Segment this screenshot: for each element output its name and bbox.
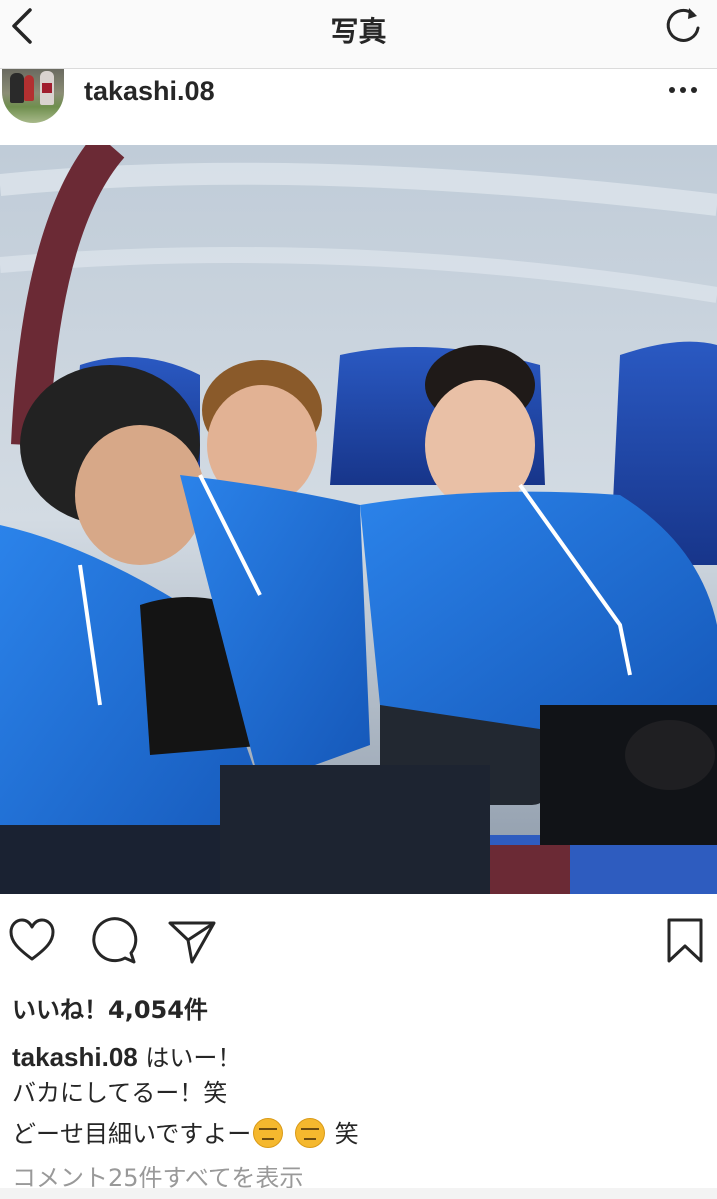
refresh-icon: [666, 8, 700, 42]
post-username[interactable]: takashi.08: [84, 76, 215, 107]
more-options-button[interactable]: [669, 87, 699, 97]
expressionless-face-emoji: [294, 1118, 325, 1148]
more-horizontal-icon: [669, 87, 675, 93]
save-button[interactable]: [660, 915, 710, 965]
refresh-button[interactable]: [663, 4, 705, 46]
bookmark-icon: [667, 918, 703, 963]
comment-button[interactable]: [88, 915, 138, 965]
like-button[interactable]: [7, 915, 57, 965]
action-bar: [0, 915, 717, 970]
caption-line-3: どーせ目細いですよー 笑: [12, 1114, 359, 1149]
share-icon: [168, 921, 216, 964]
caption-line-1: takashi.08 はいー！: [12, 1038, 241, 1073]
heart-icon: [9, 918, 55, 961]
caption-text-3-suffix: 笑: [334, 1120, 359, 1148]
avatar[interactable]: [2, 69, 64, 123]
post-photo[interactable]: [0, 145, 717, 894]
top-nav-bar: 写真: [0, 0, 717, 69]
like-count[interactable]: いいね！4,054件: [12, 990, 208, 1025]
share-button[interactable]: [167, 915, 217, 965]
photo-illustration: [0, 145, 717, 894]
caption-line-2: バカにしてるー！笑: [12, 1079, 228, 1107]
bottom-divider: [0, 1188, 717, 1199]
expressionless-face-emoji: [253, 1118, 284, 1148]
post-header: takashi.08: [0, 69, 717, 145]
caption-username[interactable]: takashi.08: [12, 1042, 138, 1072]
caption-text-1: はいー！: [137, 1044, 242, 1072]
caption-text-3: どーせ目細いですよー: [12, 1120, 252, 1148]
comment-icon: [92, 917, 138, 964]
page-title: 写真: [330, 15, 387, 48]
